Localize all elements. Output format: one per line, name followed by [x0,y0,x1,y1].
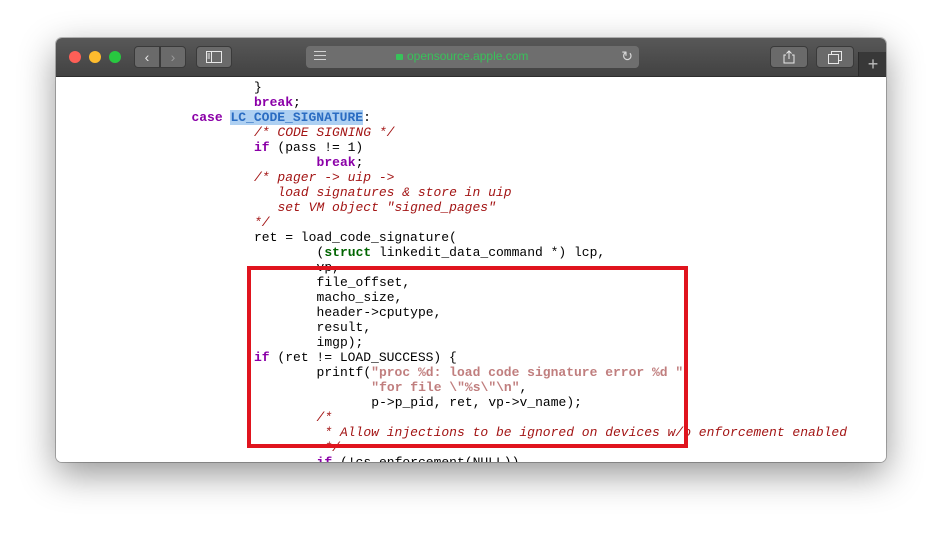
url-text: opensource.apple.com [396,49,528,63]
sidebar-toggle-button[interactable] [196,46,232,68]
forward-button[interactable]: › [160,46,186,68]
source-code-view: if (!cs_enforcement(NULL)) */ * Allow in… [56,77,886,462]
code-token: case [191,110,231,125]
browser-toolbar: ‹ › opensource.apple.com ↻ + [56,38,886,77]
address-bar[interactable]: opensource.apple.com ↻ [306,46,639,68]
code-line: load signatures & store in uip [277,185,511,200]
code-line: /* pager -> uip -> [254,170,394,185]
code-line: break; [317,155,364,170]
tabs-icon [828,50,842,64]
code-token: (!cs_enforcement(NULL)) [332,455,519,462]
code-line: if (pass != 1) [254,140,363,155]
code-token: } [254,80,262,95]
code-token: /* pager -> uip -> [254,170,395,185]
reload-icon[interactable]: ↻ [621,48,633,65]
minimize-window-button[interactable] [89,51,101,63]
code-line: (struct linkedit_data_command *) lcp, [317,245,606,260]
show-tabs-button[interactable] [816,46,854,68]
url-label: opensource.apple.com [407,49,529,63]
code-line: case LC_CODE_SIGNATURE: [191,110,371,125]
browser-window: ‹ › opensource.apple.com ↻ + */ * Allow … [56,38,886,462]
code-line: if (!cs_enforcement(NULL)) [317,455,520,462]
sidebar-icon [206,51,222,63]
code-line: break; [254,95,301,110]
highlighted-token: LC_CODE_SIGNATURE [230,110,364,125]
code-line: } [254,80,262,95]
highlight-box [247,266,688,448]
forward-icon: › [170,49,176,65]
reader-icon[interactable] [314,51,326,63]
code-token: /* CODE SIGNING */ [254,125,395,140]
back-icon: ‹ [144,49,150,65]
back-button[interactable]: ‹ [134,46,160,68]
code-token: set VM object "signed_pages" [277,200,496,215]
code-token: if [317,455,333,462]
code-token: break [254,95,294,110]
code-line: set VM object "signed_pages" [277,200,495,215]
plus-icon: + [867,54,879,74]
share-icon [783,50,795,64]
code-token: ; [355,155,364,170]
lock-icon [396,54,403,60]
share-button[interactable] [770,46,808,68]
code-token: load signatures & store in uip [277,185,512,200]
code-token: */ [254,215,270,230]
code-token: break [316,155,356,170]
code-token: if [254,140,270,155]
code-line: /* CODE SIGNING */ [254,125,394,140]
code-token: ; [293,95,301,110]
code-token: struct [324,245,372,260]
code-token: (pass != 1) [269,140,364,155]
code-token: : [363,110,371,125]
code-token: ret = load_code_signature( [254,230,457,245]
new-tab-button[interactable]: + [858,52,886,76]
close-window-button[interactable] [69,51,81,63]
code-line: ret = load_code_signature( [254,230,457,245]
code-line: */ [254,215,270,230]
code-token: linkedit_data_command *) lcp, [371,245,606,260]
zoom-window-button[interactable] [109,51,121,63]
